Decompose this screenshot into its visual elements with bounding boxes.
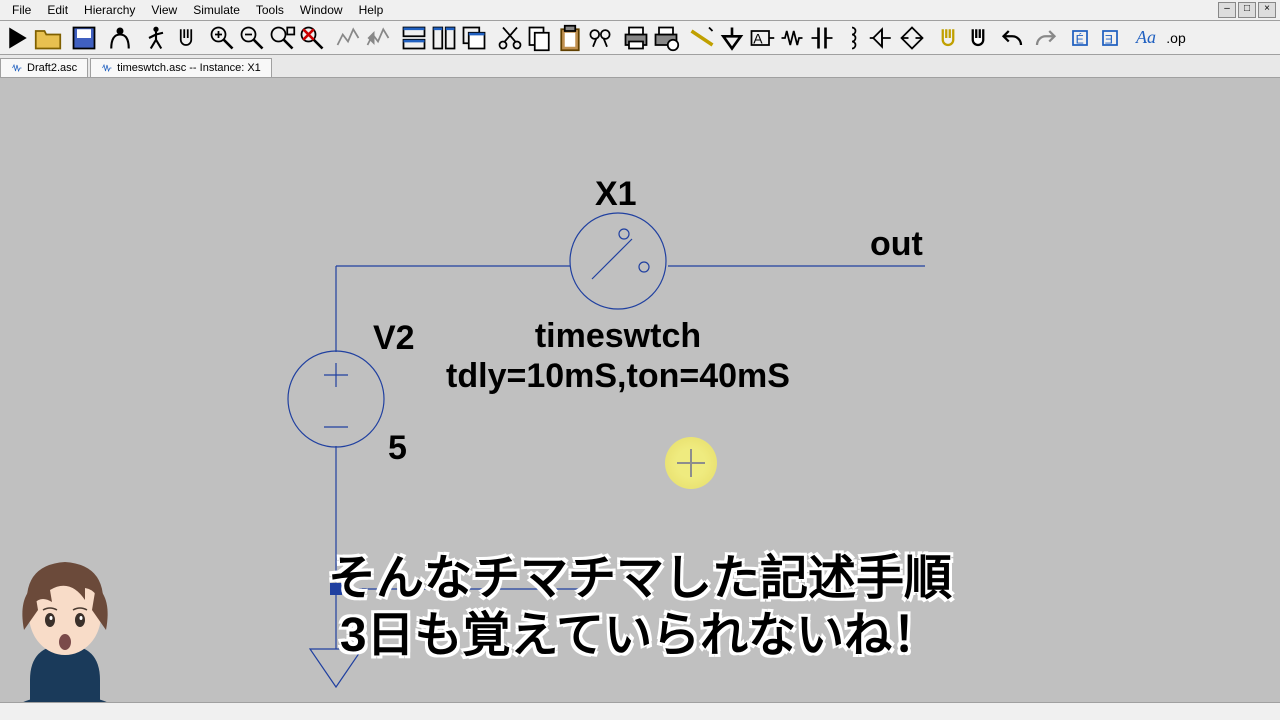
- tile-vert-icon[interactable]: [430, 24, 458, 52]
- zoom-area-icon[interactable]: [268, 24, 296, 52]
- menu-bar: File Edit Hierarchy View Simulate Tools …: [0, 0, 1280, 21]
- v2-value[interactable]: 5: [388, 429, 407, 467]
- save-icon[interactable]: [70, 24, 98, 52]
- net-out[interactable]: out: [870, 225, 923, 263]
- autoscale-icon[interactable]: [334, 24, 362, 52]
- resistor-icon[interactable]: [778, 24, 806, 52]
- maximize-button[interactable]: □: [1238, 2, 1256, 18]
- tab-bar: Draft2.asc timeswtch.asc -- Instance: X1: [0, 55, 1280, 78]
- print-setup-icon[interactable]: [652, 24, 680, 52]
- pan-icon[interactable]: [172, 24, 200, 52]
- menu-hierarchy[interactable]: Hierarchy: [76, 1, 143, 19]
- rotate-icon[interactable]: É: [1066, 24, 1094, 52]
- zoom-in-icon[interactable]: [208, 24, 236, 52]
- status-bar: [0, 702, 1280, 720]
- component-v2: [288, 351, 384, 447]
- run-person-icon[interactable]: [142, 24, 170, 52]
- undo-icon[interactable]: [1000, 24, 1028, 52]
- window-controls: – □ ×: [1218, 2, 1276, 18]
- redo-icon[interactable]: [1030, 24, 1058, 52]
- control-panel-icon[interactable]: [106, 24, 134, 52]
- run-icon[interactable]: [4, 24, 32, 52]
- svg-text:A: A: [753, 30, 763, 46]
- x1-params[interactable]: tdly=10mS,ton=40mS: [446, 357, 790, 395]
- back-icon[interactable]: [364, 24, 392, 52]
- inductor-icon[interactable]: [838, 24, 866, 52]
- menu-help[interactable]: Help: [351, 1, 392, 19]
- print-icon[interactable]: [622, 24, 650, 52]
- tab-label: Draft2.asc: [27, 62, 77, 74]
- diode-icon[interactable]: [868, 24, 896, 52]
- wire-icon[interactable]: [688, 24, 716, 52]
- tile-horiz-icon[interactable]: [400, 24, 428, 52]
- cursor-highlight: [665, 437, 717, 489]
- svg-text:Ǝ: Ǝ: [1105, 32, 1113, 46]
- subtitle-line1: そんなチマチマした記述手順: [328, 550, 952, 608]
- zoom-out-icon[interactable]: [238, 24, 266, 52]
- mirror-icon[interactable]: Ǝ: [1096, 24, 1124, 52]
- paste-icon[interactable]: [556, 24, 584, 52]
- menu-simulate[interactable]: Simulate: [185, 1, 248, 19]
- drag-icon[interactable]: [964, 24, 992, 52]
- text-icon[interactable]: Aa: [1132, 24, 1160, 52]
- v2-ref[interactable]: V2: [373, 319, 415, 357]
- x1-name[interactable]: timeswtch: [535, 317, 701, 355]
- tab-draft2[interactable]: Draft2.asc: [0, 58, 88, 77]
- component-x1: [570, 213, 666, 309]
- tab-label: timeswtch.asc -- Instance: X1: [117, 62, 261, 74]
- menu-view[interactable]: View: [143, 1, 185, 19]
- zoom-fit-icon[interactable]: [298, 24, 326, 52]
- move-icon[interactable]: [934, 24, 962, 52]
- capacitor-icon[interactable]: [808, 24, 836, 52]
- avatar: [0, 550, 140, 710]
- menu-tools[interactable]: Tools: [248, 1, 292, 19]
- ground-icon[interactable]: [718, 24, 746, 52]
- svg-text:É: É: [1076, 31, 1084, 46]
- subtitle-line2: 3日も覚えていられないね！: [328, 607, 952, 665]
- subtitle-overlay: そんなチマチマした記述手順 3日も覚えていられないね！: [328, 550, 952, 665]
- spice-directive-icon[interactable]: .op: [1162, 24, 1190, 52]
- close-button[interactable]: ×: [1258, 2, 1276, 18]
- find-icon[interactable]: [586, 24, 614, 52]
- menu-edit[interactable]: Edit: [39, 1, 76, 19]
- cut-icon[interactable]: [496, 24, 524, 52]
- component-icon[interactable]: [898, 24, 926, 52]
- open-icon[interactable]: [34, 24, 62, 52]
- toolbar: A É Ǝ Aa .op: [0, 21, 1280, 55]
- minimize-button[interactable]: –: [1218, 2, 1236, 18]
- menu-file[interactable]: File: [4, 1, 39, 19]
- label-icon[interactable]: A: [748, 24, 776, 52]
- x1-ref[interactable]: X1: [595, 175, 637, 213]
- cascade-icon[interactable]: [460, 24, 488, 52]
- tab-timeswtch[interactable]: timeswtch.asc -- Instance: X1: [90, 58, 272, 77]
- copy-icon[interactable]: [526, 24, 554, 52]
- menu-window[interactable]: Window: [292, 1, 351, 19]
